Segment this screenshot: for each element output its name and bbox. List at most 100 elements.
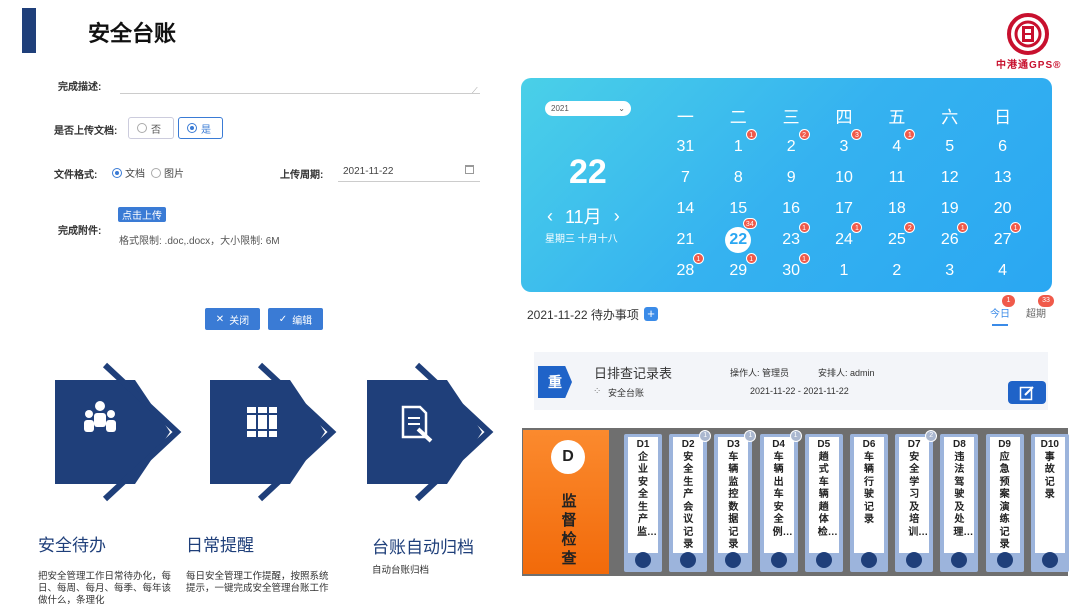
today-count-badge: 1: [1002, 295, 1015, 307]
calendar-day[interactable]: 29 1: [712, 252, 765, 280]
calendar-day[interactable]: 25 2: [870, 221, 923, 249]
binder-ring-icon: [635, 552, 651, 568]
edit-task-button[interactable]: [1008, 381, 1046, 404]
calendar-day[interactable]: 6: [976, 138, 1029, 156]
calendar-day[interactable]: 31: [659, 138, 712, 156]
calendar-day-number: 19: [940, 199, 959, 217]
upload-no-option[interactable]: 否: [128, 117, 174, 139]
calendar-day[interactable]: 27 1: [976, 221, 1029, 249]
calendar-day[interactable]: 23 1: [765, 221, 818, 249]
resize-handle-icon[interactable]: ⟋: [472, 86, 478, 96]
binder-code: D7: [907, 439, 921, 450]
calendar-day[interactable]: 12: [923, 169, 976, 187]
year-select[interactable]: 2021 ⌄: [545, 101, 631, 116]
calendar-day[interactable]: 11: [870, 169, 923, 187]
binder-d1[interactable]: D1 企业安全生产监…: [624, 434, 662, 572]
binder-code: D8: [952, 439, 966, 450]
binder-ring-icon: [1041, 552, 1058, 568]
calendar-day[interactable]: 16: [765, 200, 818, 218]
calendar-icon[interactable]: [465, 165, 474, 174]
calendar-day[interactable]: 5: [923, 138, 976, 156]
add-todo-icon[interactable]: +: [644, 307, 658, 321]
calendar-day[interactable]: 22: [765, 128, 818, 156]
calendar-day-number: 13: [993, 168, 1012, 186]
tab-overdue[interactable]: 超期: [1026, 305, 1046, 320]
desc-textarea[interactable]: [120, 93, 480, 94]
calendar-day[interactable]: 8: [712, 169, 765, 187]
calendar-day[interactable]: 24 1: [818, 221, 871, 249]
binder-d7[interactable]: D7 安全学习及培训… 2: [895, 430, 938, 572]
calendar-day[interactable]: 33: [818, 128, 871, 156]
weekday-label: 二: [729, 108, 747, 127]
calendar-day[interactable]: 30 1: [765, 252, 818, 280]
calendar-week-row: 7 8 9 10 11 12 13: [659, 162, 1029, 193]
feature-title-todo: 安全待办: [38, 536, 106, 555]
period-input[interactable]: 2021-11-22: [343, 166, 393, 177]
calendar-day[interactable]: 2: [870, 262, 923, 280]
calendar-week-row: 21 22 34 23 1 24 1 25 2 26 1 27 1: [659, 217, 1029, 255]
binder-d6[interactable]: D6 车辆行驶记录: [850, 434, 888, 572]
calendar-day[interactable]: 22 34: [712, 217, 765, 253]
edit-button[interactable]: ✓ 编辑: [268, 308, 323, 330]
binder-d4[interactable]: D4 车辆出车安全例… 1: [759, 430, 802, 572]
calendar-day[interactable]: 11: [712, 128, 765, 156]
calendar-day[interactable]: 4: [976, 262, 1029, 280]
calendar-day[interactable]: 20: [976, 200, 1029, 218]
binder-d3[interactable]: D3 车辆监控数据记录 1: [714, 430, 757, 572]
task-date-range: 2021-11-22 - 2021-11-22: [750, 386, 849, 396]
priority-icon: 重: [538, 366, 572, 398]
binder-d9[interactable]: D9 应急预案演练记录: [985, 434, 1024, 572]
binder-d5[interactable]: D5 趟式车辆趟体检…: [804, 434, 843, 572]
day-task-badge: 2: [798, 128, 810, 140]
binder-ring-icon: [815, 552, 832, 568]
prev-month-icon[interactable]: ‹: [547, 206, 553, 227]
binder-ring-icon: [951, 552, 968, 568]
close-button[interactable]: ✕ 关闭: [205, 308, 260, 330]
calendar-day[interactable]: 14: [659, 200, 712, 218]
calendar-day-number: 26: [940, 230, 959, 248]
category-tag[interactable]: D 监督检查: [523, 430, 609, 574]
upload-button[interactable]: 点击上传: [118, 207, 166, 222]
binder-name: 安全生产会议记录: [683, 451, 694, 551]
calendar-day[interactable]: 9: [765, 169, 818, 187]
tab-today[interactable]: 今日: [990, 305, 1010, 320]
binder-name: 应急预案演练记录: [999, 451, 1010, 551]
page-title: 安全台账: [88, 21, 177, 46]
format-doc-option[interactable]: 文档: [112, 165, 145, 180]
binder-code: D4: [772, 439, 785, 450]
feature-desc-archive: 自动台账归档: [372, 565, 430, 576]
binder-label: D6 车辆行驶记录: [854, 437, 884, 553]
calendar-day-number: 2: [892, 261, 902, 279]
calendar-day[interactable]: 15: [712, 200, 765, 218]
radio-icon: [151, 167, 161, 178]
calendar-day[interactable]: 1: [818, 262, 871, 280]
calendar-day[interactable]: 18: [870, 200, 923, 218]
calendar-day[interactable]: 13: [976, 169, 1029, 187]
binder-d10[interactable]: D10 事故记录: [1030, 434, 1069, 572]
calendar-day-number: 28: [676, 261, 695, 279]
format-label: 文件格式:: [54, 170, 98, 181]
upload-yes-option[interactable]: 是: [178, 117, 223, 139]
calendar-day[interactable]: 10: [818, 169, 871, 187]
calendar-day[interactable]: 7: [659, 169, 712, 187]
binder-count-badge: 1: [699, 430, 712, 442]
calendar-grid: 一二三四五六日 31 1 1 2 2 3 3 4 1 5 6 7 8 9 10 11 12 13 14 15 16 17 18…: [659, 100, 1029, 286]
calendar-day[interactable]: 41: [870, 128, 923, 156]
calendar-day[interactable]: 19: [923, 200, 976, 218]
calendar-day[interactable]: 28 1: [659, 252, 712, 280]
weekday-label: 四: [835, 108, 853, 127]
calendar-day[interactable]: 3: [923, 262, 976, 280]
calendar-day[interactable]: 17: [818, 200, 871, 218]
binder-name: 车辆监控数据记录: [728, 451, 739, 551]
binder-label: D8 违法驾驶及处理…: [944, 437, 975, 553]
calendar-day-number: 5: [945, 137, 955, 155]
binder-d8[interactable]: D8 违法驾驶及处理…: [940, 434, 979, 572]
calendar-day[interactable]: 26 1: [923, 221, 976, 249]
format-image-option[interactable]: 图片: [151, 165, 184, 180]
overdue-count-badge: 33: [1038, 295, 1054, 307]
calendar-day[interactable]: 21: [659, 231, 712, 249]
binder-d2[interactable]: D2 安全生产会议记录 1: [669, 430, 712, 572]
next-month-icon[interactable]: ›: [614, 206, 620, 227]
binder-label: D9 应急预案演练记录: [989, 437, 1020, 553]
weekday-label: 五: [888, 108, 906, 127]
